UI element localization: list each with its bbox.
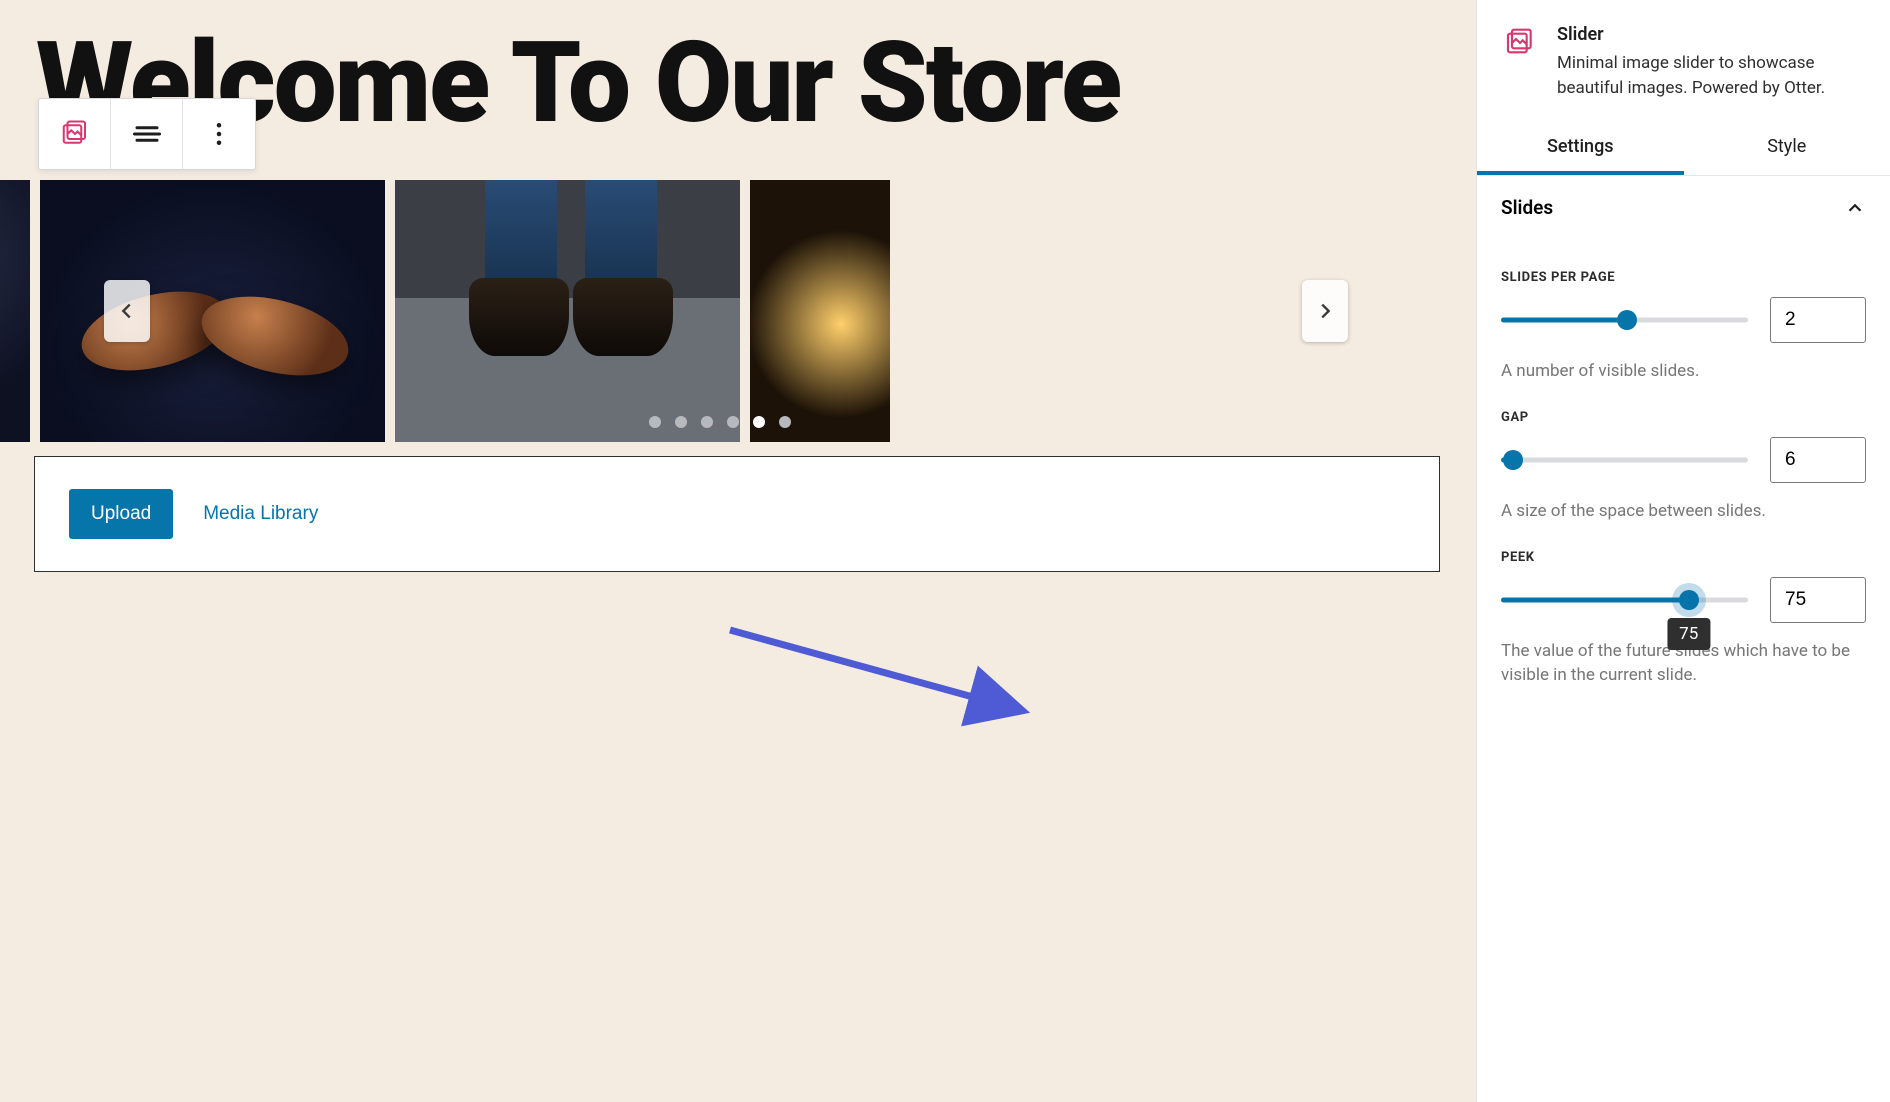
- slides-per-page-slider[interactable]: [1501, 310, 1748, 330]
- annotation-arrow: [720, 620, 1040, 730]
- slider-icon: [60, 119, 90, 149]
- block-card-icon: [1501, 24, 1539, 62]
- peek-slider[interactable]: 75: [1501, 590, 1748, 610]
- more-icon: [204, 119, 234, 149]
- media-placeholder: Upload Media Library: [34, 456, 1440, 572]
- slider-dot[interactable]: [779, 416, 791, 428]
- inspector-sidebar: Slider Minimal image slider to showcase …: [1476, 0, 1890, 1102]
- chevron-right-icon: [1314, 300, 1336, 322]
- slider-dot[interactable]: [649, 416, 661, 428]
- slides-per-page-label: SLIDES PER PAGE: [1501, 270, 1866, 285]
- slider-icon: [1504, 27, 1536, 59]
- slide-peek-right: [750, 180, 890, 442]
- gap-desc: A size of the space between slides.: [1501, 499, 1866, 524]
- block-toolbar: [38, 98, 256, 170]
- slider-dot[interactable]: [727, 416, 739, 428]
- slider-pagination: [649, 416, 791, 428]
- slider-prev-button[interactable]: [104, 280, 150, 342]
- more-options-button[interactable]: [183, 99, 255, 169]
- slider-next-button[interactable]: [1302, 280, 1348, 342]
- panel-slides-toggle[interactable]: Slides: [1477, 176, 1890, 238]
- slide-1: [40, 180, 385, 442]
- panel-title: Slides: [1501, 196, 1553, 219]
- gap-input[interactable]: [1770, 437, 1866, 483]
- slider-dot[interactable]: [753, 416, 765, 428]
- slider-block[interactable]: [0, 180, 1440, 442]
- peek-tooltip: 75: [1667, 618, 1710, 650]
- inspector-tabs: Settings Style: [1477, 120, 1890, 176]
- block-type-button[interactable]: [39, 99, 111, 169]
- peek-input[interactable]: [1770, 577, 1866, 623]
- gap-slider[interactable]: [1501, 450, 1748, 470]
- tab-settings[interactable]: Settings: [1477, 120, 1684, 175]
- slide-peek-left: [0, 180, 30, 442]
- block-card-description: Minimal image slider to showcase beautif…: [1557, 51, 1866, 100]
- slider-dot[interactable]: [701, 416, 713, 428]
- slides-per-page-desc: A number of visible slides.: [1501, 359, 1866, 384]
- align-button[interactable]: [111, 99, 183, 169]
- slides-per-page-input[interactable]: [1770, 297, 1866, 343]
- editor-canvas: Welcome To Our Store: [0, 0, 1476, 1102]
- tab-style[interactable]: Style: [1684, 120, 1890, 175]
- block-card: Slider Minimal image slider to showcase …: [1477, 0, 1890, 120]
- chevron-left-icon: [116, 300, 138, 322]
- upload-button[interactable]: Upload: [69, 489, 173, 539]
- slider-dot[interactable]: [675, 416, 687, 428]
- slide-2: [395, 180, 740, 442]
- media-library-button[interactable]: Media Library: [203, 503, 318, 525]
- align-icon: [132, 119, 162, 149]
- chevron-up-icon: [1844, 197, 1866, 219]
- gap-label: GAP: [1501, 410, 1866, 425]
- block-card-title: Slider: [1557, 24, 1866, 45]
- peek-label: PEEK: [1501, 550, 1866, 565]
- panel-slides-body: SLIDES PER PAGE A number of visible slid…: [1477, 238, 1890, 708]
